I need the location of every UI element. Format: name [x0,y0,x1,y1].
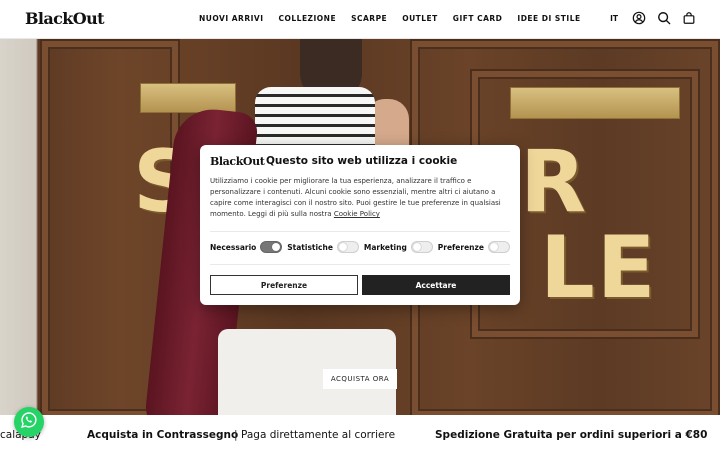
toggle-label: Marketing [363,242,407,252]
toggle-preferenze: Preferenze [438,241,510,253]
banner-free-shipping: Spedizione Gratuita per ordini superiori… [435,429,708,441]
announcement-bar: calapay Acquista in Contrassegno | Paga … [0,415,720,450]
bag-icon[interactable] [682,11,696,25]
toggle-marketing: Marketing [364,241,433,253]
main-nav: NUOVI ARRIVI COLLEZIONE SCARPE OUTLET GI… [199,14,581,23]
header-actions: IT [610,11,696,25]
toggle-switch-necessario[interactable] [260,241,283,253]
toggle-necessario: Necessario [210,241,283,253]
hero-headline-part-3: LE [540,218,658,318]
toggle-label: Necessario [210,242,257,252]
cookie-dialog-text: Utilizziamo i cookie per migliorare la t… [210,176,510,220]
cookie-consent-dialog: BlackOut Questo sito web utilizza i cook… [200,145,520,305]
toggle-statistiche: Statistiche [287,241,359,253]
toggle-switch-marketing[interactable] [410,241,433,253]
language-selector[interactable]: IT [610,14,618,23]
cookie-dialog-logo: BlackOut [210,155,265,168]
nav-scarpe[interactable]: SCARPE [351,14,387,23]
mail-slot-left [140,83,236,113]
nav-idee-di-stile[interactable]: IDEE DI STILE [517,14,580,23]
shop-now-button[interactable]: ACQUISTA ORA [323,369,397,389]
nav-outlet[interactable]: OUTLET [402,14,438,23]
site-logo[interactable]: BlackOut [25,9,105,28]
toggle-switch-statistiche[interactable] [336,241,359,253]
banner-cod-title: Acquista in Contrassegno [87,429,239,441]
site-header: BlackOut NUOVI ARRIVI COLLEZIONE SCARPE … [0,0,720,39]
cookie-policy-link[interactable]: Cookie Policy [334,210,380,218]
whatsapp-icon [20,411,38,433]
whatsapp-chat-button[interactable] [14,407,44,437]
banner-divider: | [234,429,238,441]
account-icon[interactable] [632,11,646,25]
hero-headline-part-2: R [520,132,589,232]
nav-nuovi-arrivi[interactable]: NUOVI ARRIVI [199,14,264,23]
cookie-preferences-button[interactable]: Preferenze [210,275,358,295]
cookie-accept-button[interactable]: Accettare [362,275,510,295]
search-icon[interactable] [657,11,671,25]
toggle-label: Preferenze [437,242,484,252]
cookie-divider-top [210,231,510,232]
mail-slot-right [510,87,680,119]
cookie-toggles: Necessario Statistiche Marketing Prefere… [210,241,510,253]
cookie-divider-bottom [210,264,510,265]
nav-collezione[interactable]: COLLEZIONE [279,14,337,23]
toggle-switch-preferenze[interactable] [487,241,510,253]
toggle-label: Statistiche [287,242,333,252]
nav-gift-card[interactable]: GIFT CARD [453,14,503,23]
banner-cod-text: Paga direttamente al corriere [241,429,396,441]
cookie-dialog-title: Questo sito web utilizza i cookie [266,155,458,167]
